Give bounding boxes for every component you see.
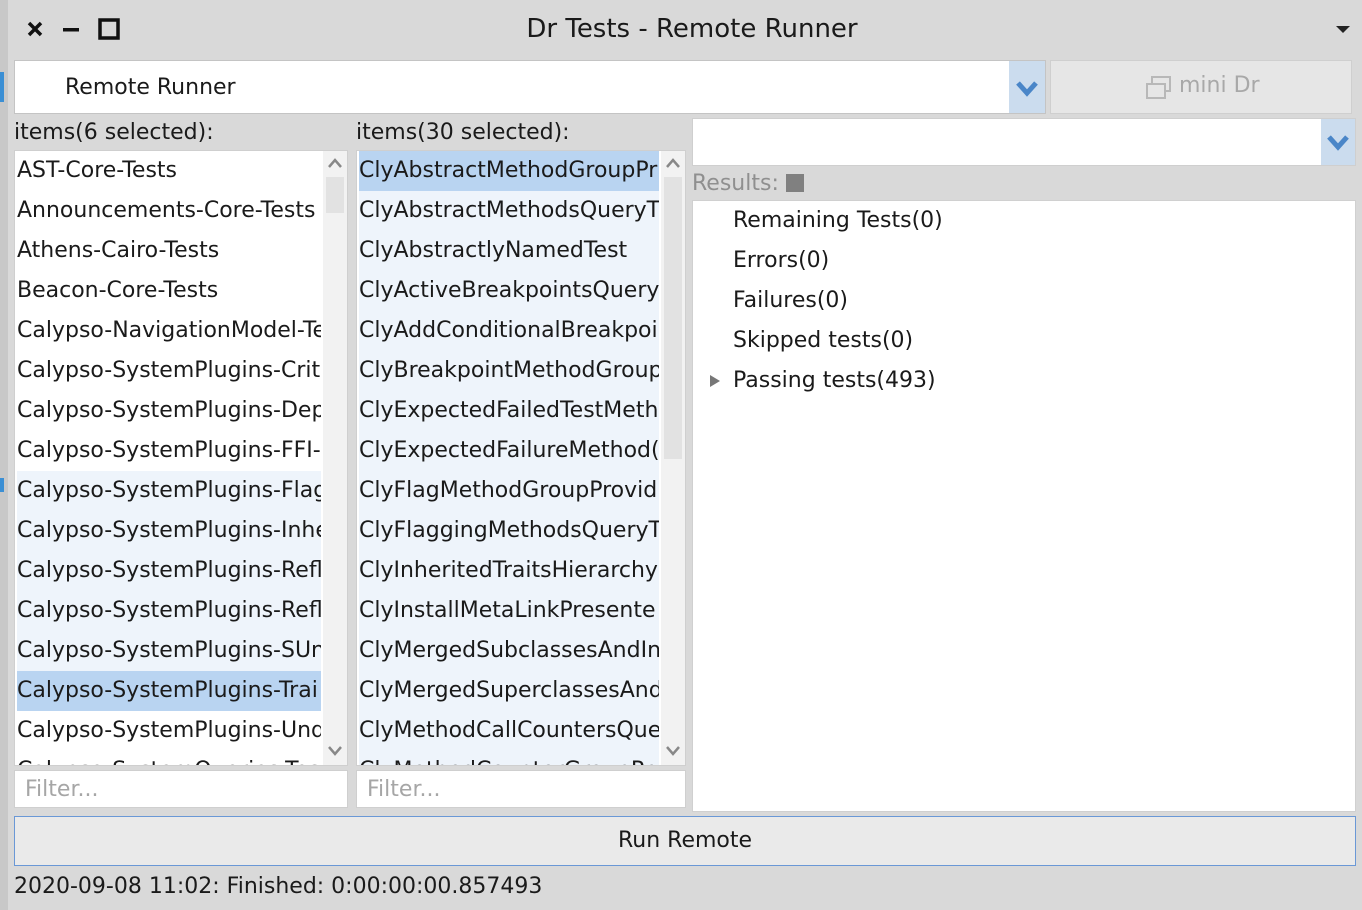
packages-scroll-thumb[interactable] xyxy=(326,177,344,213)
mini-dr-label: mini Dr xyxy=(1179,73,1260,98)
package-list-item[interactable]: Calypso-SystemPlugins-SUn xyxy=(17,631,321,671)
classes-filter-field[interactable] xyxy=(356,770,686,808)
close-window-button[interactable] xyxy=(22,16,48,42)
class-list-item[interactable]: ClyFlagMethodGroupProvid xyxy=(359,471,659,511)
title-bar[interactable]: Dr Tests - Remote Runner xyxy=(8,0,1362,58)
packages-scrollbar[interactable] xyxy=(323,151,347,765)
mini-dr-button[interactable]: mini Dr xyxy=(1050,60,1352,114)
packages-list-header: items(6 selected): xyxy=(14,120,214,145)
background-window-accent xyxy=(0,72,4,102)
packages-filter-field[interactable] xyxy=(14,770,348,808)
package-list-item[interactable]: Calypso-SystemPlugins-Dep xyxy=(17,391,321,431)
package-list-item[interactable]: Calypso-SystemPlugins-Und xyxy=(17,711,321,751)
classes-list-header: items(30 selected): xyxy=(356,120,570,145)
package-list-item[interactable]: Announcements-Core-Tests xyxy=(17,191,321,231)
package-list-item[interactable]: Calypso-SystemPlugins-Criti xyxy=(17,351,321,391)
result-tree-item[interactable]: Remaining Tests(0) xyxy=(733,201,943,241)
class-list-item[interactable]: ClyActiveBreakpointsQuery xyxy=(359,271,659,311)
scroll-up-icon[interactable] xyxy=(665,157,681,169)
classes-list[interactable]: ClyAbstractMethodGroupPr ClyAbstractMetho… xyxy=(356,150,686,766)
class-list-item[interactable]: ClyFlaggingMethodsQueryT xyxy=(359,511,659,551)
class-list-item[interactable]: ClyInheritedTraitsHierarchy xyxy=(359,551,659,591)
close-icon xyxy=(27,21,43,37)
scroll-down-icon[interactable] xyxy=(327,745,343,757)
package-list-item[interactable]: Beacon-Core-Tests xyxy=(17,271,321,311)
window-menu-button[interactable] xyxy=(1330,18,1356,40)
package-list-item[interactable]: AST-Core-Tests xyxy=(17,151,321,191)
result-tree-item[interactable]: Failures(0) xyxy=(733,281,848,321)
results-dropdown-arrow[interactable] xyxy=(1321,119,1355,165)
results-label: Results: xyxy=(692,171,779,196)
expand-triangle-icon[interactable] xyxy=(707,373,723,389)
package-list-item[interactable]: Calypso-SystemQueries-Tes xyxy=(17,751,321,765)
class-list-item[interactable]: ClyMergedSubclassesAndIn xyxy=(359,631,659,671)
class-list-item[interactable]: ClyAbstractMethodsQueryT xyxy=(359,191,659,231)
class-list-item[interactable]: ClyAbstractMethodGroupPr xyxy=(359,151,659,191)
results-view-dropdown[interactable] xyxy=(692,118,1356,166)
result-tree-item[interactable]: Skipped tests(0) xyxy=(733,321,913,361)
classes-scroll-thumb[interactable] xyxy=(664,177,682,459)
package-list-item[interactable]: Calypso-SystemPlugins-FFI-( xyxy=(17,431,321,471)
class-list-item[interactable]: ClyInstallMetaLinkPresente xyxy=(359,591,659,631)
package-list-item[interactable]: Calypso-NavigationModel-Te xyxy=(17,311,321,351)
chevron-down-icon xyxy=(1327,135,1349,151)
maximize-icon xyxy=(98,18,120,40)
maximize-window-button[interactable] xyxy=(96,16,122,42)
class-list-item[interactable]: ClyAddConditionalBreakpoi xyxy=(359,311,659,351)
package-list-item[interactable]: Athens-Cairo-Tests xyxy=(17,231,321,271)
class-list-item[interactable]: ClyMergedSuperclassesAnd xyxy=(359,671,659,711)
package-list-item[interactable]: Calypso-SystemPlugins-Trai xyxy=(17,671,321,711)
results-tree[interactable]: Remaining Tests(0) Errors(0) Failures(0) Sk… xyxy=(692,200,1356,812)
minimize-window-button[interactable] xyxy=(58,16,84,42)
window-switch-icon xyxy=(1146,76,1171,99)
plugin-dropdown[interactable]: Remote Runner xyxy=(14,60,1046,114)
chevron-down-icon xyxy=(1336,26,1350,33)
result-tree-item[interactable]: Passing tests(493) xyxy=(733,361,936,401)
class-list-item[interactable]: ClyAbstractlyNamedTest xyxy=(359,231,659,271)
window-title: Dr Tests - Remote Runner xyxy=(526,14,858,44)
class-list-item[interactable]: ClyExpectedFailedTestMeth xyxy=(359,391,659,431)
scroll-down-icon[interactable] xyxy=(665,745,681,757)
run-remote-button[interactable]: Run Remote xyxy=(14,816,1356,866)
classes-filter-input[interactable] xyxy=(357,771,685,807)
package-list-item[interactable]: Calypso-SystemPlugins-Refl xyxy=(17,551,321,591)
plugin-dropdown-arrow[interactable] xyxy=(1009,61,1045,113)
scroll-up-icon[interactable] xyxy=(327,157,343,169)
minimize-icon xyxy=(63,28,79,32)
chevron-down-icon xyxy=(1016,81,1038,97)
result-tree-item[interactable]: Errors(0) xyxy=(733,241,829,281)
status-text: 2020-09-08 11:02: Finished: 0:00:00:00.8… xyxy=(14,874,543,899)
class-list-item[interactable]: ClyBreakpointMethodGroup xyxy=(359,351,659,391)
packages-list[interactable]: AST-Core-Tests Announcements-Core-Tests At… xyxy=(14,150,348,766)
background-window-accent xyxy=(0,478,4,492)
class-list-item[interactable]: ClyMethodCounterGroupPr xyxy=(359,751,659,765)
class-list-item[interactable]: ClyExpectedFailureMethod( xyxy=(359,431,659,471)
class-list-item[interactable]: ClyMethodCallCountersQue xyxy=(359,711,659,751)
plugin-dropdown-value: Remote Runner xyxy=(65,75,236,100)
package-list-item[interactable]: Calypso-SystemPlugins-Inhe xyxy=(17,511,321,551)
window-left-edge xyxy=(0,0,8,910)
results-color-indicator xyxy=(786,174,804,192)
classes-scrollbar[interactable] xyxy=(661,151,685,765)
package-list-item[interactable]: Calypso-SystemPlugins-Refl xyxy=(17,591,321,631)
packages-filter-input[interactable] xyxy=(15,771,347,807)
package-list-item[interactable]: Calypso-SystemPlugins-Flag xyxy=(17,471,321,511)
